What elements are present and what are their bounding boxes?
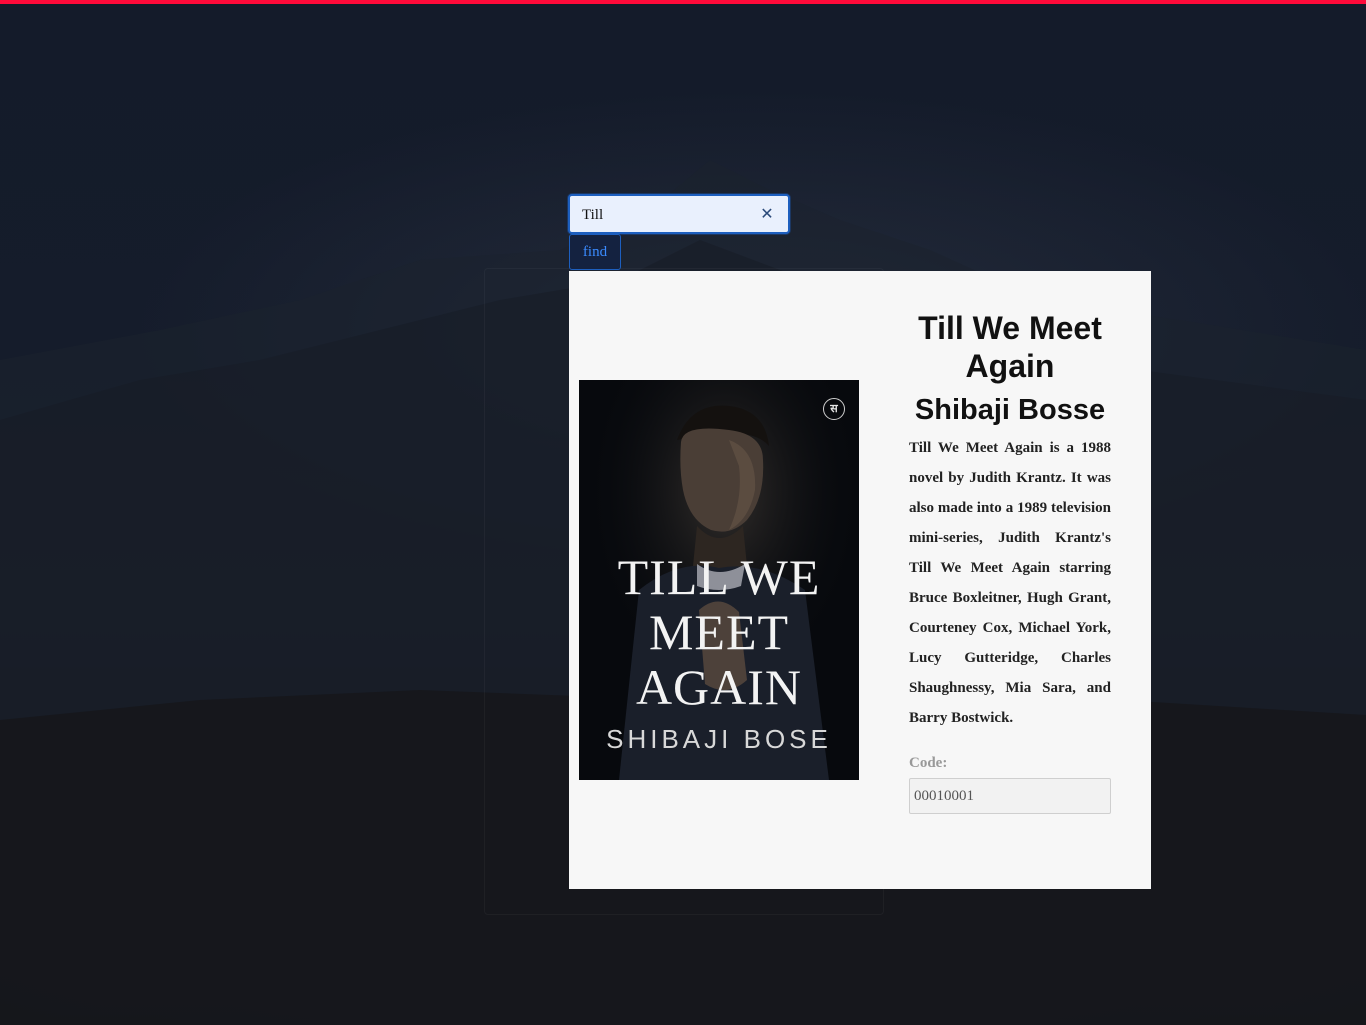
search-input[interactable] [582,204,752,226]
publisher-logo-icon: स [823,398,845,420]
book-card: स TILL WE MEET AGAIN SHIBAJI BOSE Till W… [569,271,1151,889]
cover-author-text: SHIBAJI BOSE [606,724,832,754]
book-title: Till We Meet Again [918,310,1102,384]
book-description: Till We Meet Again is a 1988 novel by Ju… [909,440,1111,726]
book-info: Till We Meet Again Shibaji Bosse Till We… [909,309,1111,814]
code-label: Code: [909,755,948,771]
code-field[interactable] [909,778,1111,814]
book-cover-image: स TILL WE MEET AGAIN SHIBAJI BOSE [579,380,859,780]
find-button[interactable]: find [569,234,621,270]
cover-title-text: TILL WE MEET AGAIN [617,549,821,715]
book-author: Shibaji Bosse [914,394,1106,426]
top-accent-bar [0,0,1366,4]
search-box[interactable]: ✕ [568,194,790,234]
close-icon[interactable]: ✕ [760,206,774,222]
